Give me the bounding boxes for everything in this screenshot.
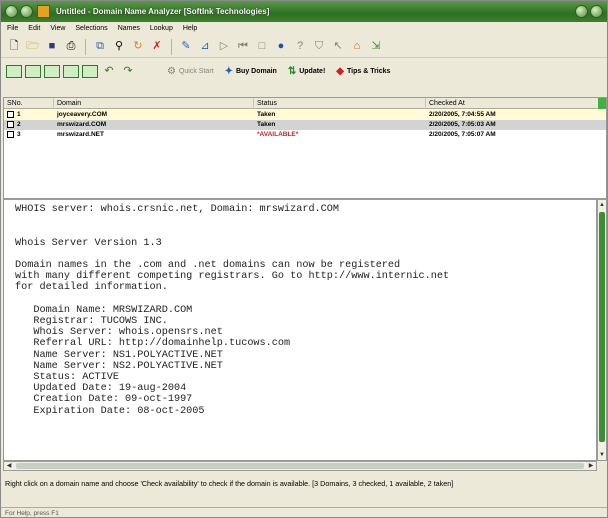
check-icon[interactable]: ⊿ (197, 39, 213, 55)
row-status: Taken (257, 111, 276, 118)
tips-button[interactable]: ◆ Tips & Tricks (336, 66, 390, 77)
delete-icon[interactable]: ✗ (149, 39, 165, 55)
copy-icon[interactable]: ⧉ (92, 39, 108, 55)
window-pin-button[interactable] (20, 5, 33, 18)
view-grid-icon[interactable] (63, 64, 79, 78)
view-list-icon[interactable] (6, 64, 22, 78)
whois-text: WHOIS server: whois.crsnic.net, Domain: … (15, 204, 450, 417)
table-row[interactable]: 3 mrswizard.NET *AVAILABLE* 2/20/2005, 7… (4, 130, 606, 140)
first-icon[interactable]: ⏮ (235, 39, 251, 55)
row-domain: mrswizard.COM (57, 121, 107, 128)
cursor-icon[interactable]: ↖ (330, 39, 346, 55)
status-bar: For Help, press F1 (1, 507, 607, 518)
update-icon: ⇅ (287, 65, 297, 77)
row-checked-at: 2/20/2005, 7:05:03 AM (429, 121, 496, 128)
tips-icon: ◆ (336, 65, 344, 77)
view-table-icon[interactable] (82, 64, 98, 78)
edit-icon[interactable]: ✎ (178, 39, 194, 55)
row-domain: mrswizard.NET (57, 131, 104, 138)
view-single-icon[interactable] (44, 64, 60, 78)
view-split-icon[interactable] (25, 64, 41, 78)
row-status: *AVAILABLE* (257, 131, 299, 138)
app-icon (37, 5, 50, 18)
column-header-status[interactable]: Status (254, 98, 426, 109)
row-checkbox[interactable] (7, 130, 14, 138)
column-header-sno[interactable]: SNo. (4, 98, 54, 109)
app-window: Untitled - Domain Name Analyzer [SoftInk… (0, 0, 608, 518)
secondary-toolbar: ↶ ↷ ⚙ Quick Start ✦ Buy Domain ⇅ Update!… (1, 59, 607, 83)
buy-domain-button[interactable]: ✦ Buy Domain (225, 66, 277, 77)
toolbar-separator (85, 38, 86, 55)
table-row[interactable]: 1 joyceavery.COM Taken 2/20/2005, 7:04:5… (4, 110, 606, 120)
play-icon[interactable]: ▷ (216, 39, 232, 55)
stop-icon[interactable]: □ (254, 39, 270, 55)
main-toolbar: 🗋 🗁 ■ ⎙ ⧉ ⚲ ↻ ✗ ✎ ⊿ ▷ ⏮ □ ● ? ⛉ ↖ ⌂ ⇲ (1, 36, 607, 58)
column-header-domain[interactable]: Domain (54, 98, 254, 109)
new-file-icon[interactable]: 🗋 (6, 39, 22, 55)
toolbar-separator (171, 38, 172, 55)
minimize-button[interactable] (575, 5, 588, 18)
undo-icon[interactable]: ↶ (101, 63, 117, 79)
domain-list[interactable]: SNo. Domain Status Checked At 1 joyceave… (3, 97, 607, 199)
filter-icon[interactable]: ⛉ (311, 39, 327, 55)
row-checkbox[interactable] (7, 120, 14, 128)
redo-icon[interactable]: ↷ (120, 63, 136, 79)
whois-output[interactable]: WHOIS server: whois.crsnic.net, Domain: … (3, 199, 597, 461)
print-icon[interactable]: ⎙ (63, 39, 79, 55)
row-domain: joyceavery.COM (57, 111, 108, 118)
horizontal-scrollbar[interactable]: ◀ ▶ (3, 461, 597, 471)
open-folder-icon[interactable]: 🗁 (25, 39, 41, 55)
hint-text: Right click on a domain name and choose … (5, 479, 454, 488)
quick-start-icon: ⚙ (167, 65, 176, 77)
find-icon[interactable]: ⚲ (111, 39, 127, 55)
vertical-scroll-thumb[interactable] (599, 212, 605, 442)
menu-selections[interactable]: Selections (75, 25, 107, 32)
vertical-scrollbar[interactable]: ▲ ▼ (597, 199, 607, 461)
menu-names[interactable]: Names (118, 25, 140, 32)
close-button[interactable] (590, 5, 603, 18)
window-title: Untitled - Domain Name Analyzer [SoftInk… (56, 7, 270, 16)
row-status: Taken (257, 121, 276, 128)
list-header: SNo. Domain Status Checked At (4, 98, 606, 109)
quick-start-button[interactable]: ⚙ Quick Start (167, 66, 214, 77)
scroll-right-icon[interactable]: ▶ (586, 462, 596, 470)
row-checked-at: 2/20/2005, 7:05:07 AM (429, 131, 496, 138)
scroll-left-icon[interactable]: ◀ (4, 462, 14, 470)
column-chooser-icon[interactable] (598, 98, 606, 109)
export-icon[interactable]: ⇲ (368, 39, 384, 55)
menu-bar: File Edit View Selections Names Lookup H… (1, 22, 607, 35)
buy-domain-icon: ✦ (224, 65, 233, 77)
table-row[interactable]: 2 mrswizard.COM Taken 2/20/2005, 7:05:03… (4, 120, 606, 130)
help-icon[interactable]: ? (292, 39, 308, 55)
title-bar[interactable]: Untitled - Domain Name Analyzer [SoftInk… (1, 1, 607, 22)
scroll-up-icon[interactable]: ▲ (598, 200, 606, 210)
save-icon[interactable]: ■ (44, 39, 60, 55)
row-checkbox[interactable] (7, 110, 14, 118)
menu-lookup[interactable]: Lookup (150, 25, 173, 32)
column-header-checked-at[interactable]: Checked At (426, 98, 598, 109)
info-icon[interactable]: ● (273, 39, 289, 55)
menu-file[interactable]: File (7, 25, 18, 32)
menu-help[interactable]: Help (183, 25, 197, 32)
horizontal-scroll-thumb[interactable] (16, 463, 584, 469)
row-checked-at: 2/20/2005, 7:04:55 AM (429, 111, 496, 118)
rotate-icon[interactable]: ↻ (130, 39, 146, 55)
web-icon[interactable]: ⌂ (349, 39, 365, 55)
window-menu-button[interactable] (5, 5, 18, 18)
menu-view[interactable]: View (50, 25, 65, 32)
menu-edit[interactable]: Edit (28, 25, 40, 32)
update-button[interactable]: ⇅ Update! (288, 66, 325, 77)
scroll-down-icon[interactable]: ▼ (598, 450, 606, 460)
